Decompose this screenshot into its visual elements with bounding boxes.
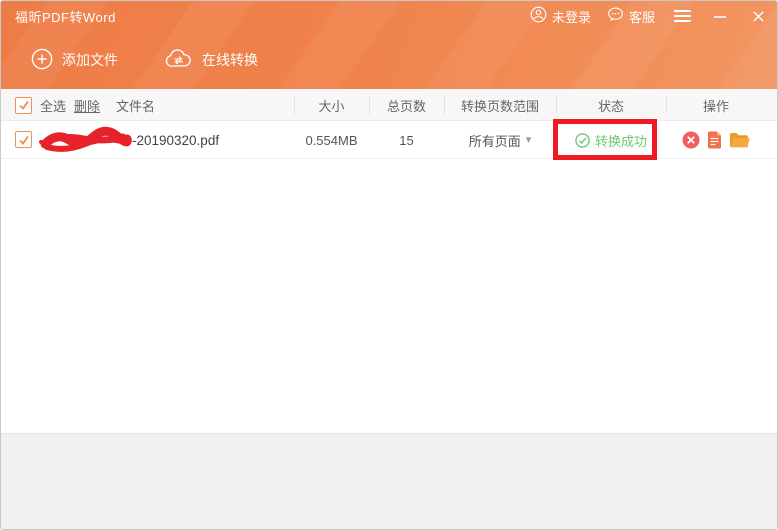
status-cell: 转换成功	[556, 121, 666, 159]
chat-bubble-icon	[607, 6, 624, 26]
table-header: 全选 删除 文件名 大小 总页数 转换页数范围 状态 操作	[1, 89, 778, 121]
titlebar: 福昕PDF转Word 未登录	[1, 1, 778, 31]
select-all-checkbox[interactable]	[15, 97, 32, 114]
minimize-button[interactable]	[709, 5, 731, 27]
cloud-convert-icon	[164, 48, 193, 72]
column-filename: 文件名	[116, 89, 155, 121]
column-range: 转换页数范围	[444, 89, 556, 121]
column-status: 状态	[556, 89, 666, 121]
open-folder-icon[interactable]	[729, 132, 751, 149]
column-actions: 操作	[666, 89, 766, 121]
header-area: 福昕PDF转Word 未登录	[1, 1, 778, 89]
login-button[interactable]: 未登录	[530, 6, 591, 26]
open-document-icon[interactable]	[707, 131, 722, 149]
app-window: 福昕PDF转Word 未登录	[0, 0, 778, 530]
footer-bar: 转换格式： .DOCX ▾ 保存路径： 和PDF相同路径 ▾ 开始转换	[1, 433, 778, 530]
delete-link[interactable]: 删除	[74, 96, 100, 115]
support-label: 客服	[629, 7, 655, 26]
login-label: 未登录	[552, 7, 591, 26]
remove-file-icon[interactable]	[682, 131, 700, 149]
user-icon	[530, 6, 547, 26]
page-range-dropdown[interactable]: 所有页面 ▾	[444, 121, 556, 159]
add-files-label: 添加文件	[62, 50, 118, 70]
column-size: 大小	[294, 89, 369, 121]
select-all-label[interactable]: 全选	[40, 96, 66, 115]
success-check-icon	[575, 133, 590, 148]
online-convert-button[interactable]: 在线转换	[164, 48, 258, 72]
menu-button[interactable]	[671, 5, 693, 27]
row-checkbox[interactable]	[15, 131, 32, 148]
total-pages: 15	[369, 121, 444, 159]
online-convert-label: 在线转换	[202, 50, 258, 70]
plus-circle-icon	[31, 48, 53, 73]
column-pages: 总页数	[369, 89, 444, 121]
toolbar: 添加文件 在线转换	[1, 31, 778, 89]
page-range-value: 所有页面	[469, 131, 521, 150]
chevron-down-icon: ▾	[526, 135, 532, 146]
support-button[interactable]: 客服	[607, 6, 655, 26]
file-size: 0.554MB	[294, 121, 369, 159]
add-files-button[interactable]: 添加文件	[31, 48, 118, 73]
redaction-scribble	[37, 125, 133, 158]
close-button[interactable]	[747, 5, 769, 27]
status-text: 转换成功	[595, 131, 647, 150]
table-row: -20190320.pdf 0.554MB 15 所有页面 ▾ 转换成功	[1, 121, 778, 159]
row-actions	[682, 121, 751, 159]
filename-text: -20190320.pdf	[132, 121, 219, 159]
app-title: 福昕PDF转Word	[15, 7, 116, 26]
